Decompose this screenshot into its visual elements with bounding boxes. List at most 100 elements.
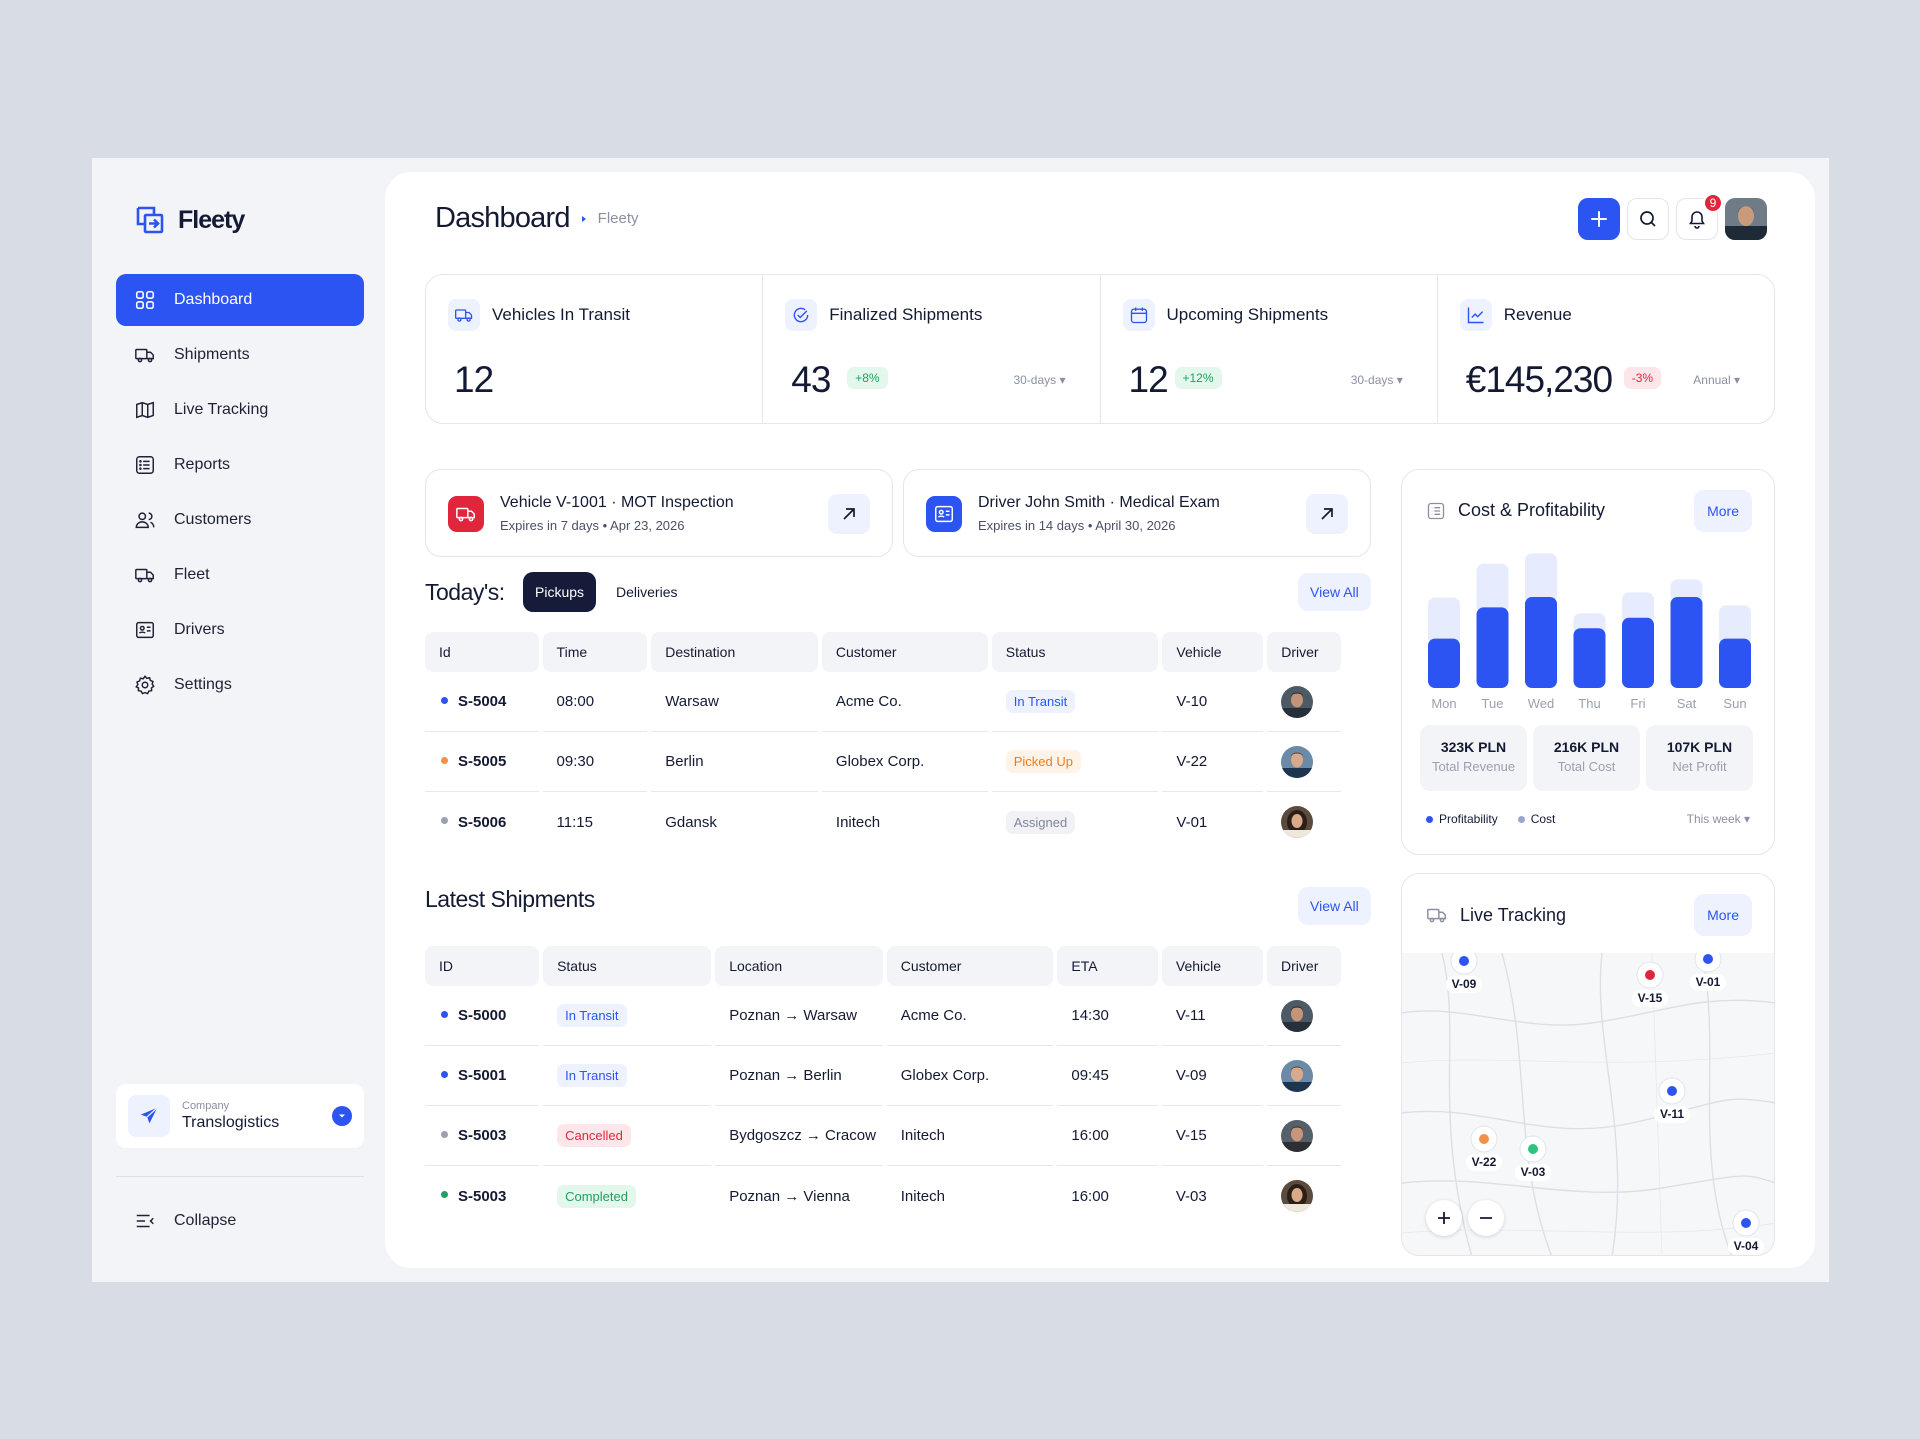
sidebar-item-fleet[interactable]: Fleet	[116, 549, 364, 601]
table-row[interactable]: S-5004 08:00 Warsaw Acme Co. In Transit …	[425, 672, 1341, 732]
sidebar-item-customers[interactable]: Customers	[116, 494, 364, 546]
sidebar-item-reports[interactable]: Reports	[116, 439, 364, 491]
truck-icon	[135, 348, 154, 363]
calendar-icon	[1122, 299, 1155, 331]
chart-legend: Profitability Cost	[1426, 812, 1555, 826]
vehicle-marker-label: V-03	[1521, 1165, 1546, 1179]
column-header: Vehicle	[1162, 632, 1264, 672]
driver-avatar[interactable]	[1281, 745, 1314, 778]
id-card-icon	[136, 621, 154, 639]
stat-value: 12	[454, 359, 494, 400]
sidebar-item-label: Dashboard	[174, 291, 253, 308]
stat-change-badge: +12%	[1174, 367, 1222, 389]
driver-avatar[interactable]	[1281, 1059, 1314, 1092]
bar-profitability	[1573, 628, 1606, 688]
customer-cell: Globex Corp.	[821, 732, 988, 792]
time-cell: 08:00	[542, 672, 648, 732]
bar-profitability	[1428, 638, 1460, 688]
column-header: Id	[425, 632, 539, 672]
eta-cell: 16:00	[1057, 1106, 1158, 1166]
notifications-button[interactable]: 9	[1676, 193, 1723, 240]
open-alert-button[interactable]	[828, 494, 870, 534]
vehicle-cell: V-01	[1176, 813, 1208, 831]
period-select[interactable]: Annual ▾	[1693, 373, 1740, 387]
bar-profitability	[1476, 607, 1509, 688]
user-avatar[interactable]	[1725, 198, 1767, 240]
app-frame: Fleety Dashboard Shipments Live Tracking…	[92, 158, 1829, 1282]
sidebar-item-settings[interactable]: Settings	[116, 659, 364, 711]
eta-cell: 14:30	[1057, 986, 1158, 1046]
status-dot	[441, 1070, 448, 1078]
chevron-right-icon	[581, 215, 586, 222]
driver-avatar[interactable]	[1281, 1119, 1314, 1152]
customer-cell: Initech	[900, 1187, 945, 1205]
add-button[interactable]	[1578, 198, 1620, 240]
tab-deliveries[interactable]: Deliveries	[604, 572, 689, 612]
cost-more-button[interactable]: More	[1694, 490, 1752, 532]
alert-card[interactable]: Driver John Smith · Medical Exam Expires…	[903, 469, 1371, 557]
sidebar-item-drivers[interactable]: Drivers	[116, 604, 364, 656]
sidebar: Fleety Dashboard Shipments Live Tracking…	[92, 158, 382, 1282]
tracking-more-button[interactable]: More	[1694, 894, 1752, 936]
zoom-in-button[interactable]	[1426, 1200, 1462, 1236]
plus-icon	[1438, 1212, 1450, 1224]
location-cell: Poznan → Vienna	[729, 1187, 850, 1205]
vehicle-cell: V-09	[1161, 1046, 1264, 1106]
vehicle-cell: V-22	[1162, 732, 1264, 792]
destination-cell: Gdansk	[665, 813, 717, 831]
alert-card[interactable]: Vehicle V-1001 · MOT Inspection Expires …	[425, 469, 893, 557]
table-row[interactable]: S-5000 In Transit Poznan → Warsaw Acme C…	[425, 986, 1341, 1046]
customer-cell: Initech	[886, 1106, 1054, 1166]
driver-avatar[interactable]	[1281, 806, 1314, 838]
sidebar-item-label: Customers	[174, 511, 252, 528]
column-header: ETA	[1057, 946, 1158, 986]
table-row[interactable]: S-5003 Completed Poznan → Vienna Initech…	[425, 1166, 1341, 1226]
sidebar-item-live-tracking[interactable]: Live Tracking	[116, 384, 364, 436]
column-header: Location	[715, 946, 883, 986]
table-row[interactable]: S-5001 In Transit Poznan → Berlin Globex…	[425, 1046, 1341, 1106]
period-select[interactable]: This week ▾	[1687, 812, 1750, 826]
stat-card: Finalized Shipments 43 +8% 30-days ▾	[763, 275, 1101, 423]
column-header: ID	[425, 946, 540, 986]
driver-avatar[interactable]	[1281, 685, 1314, 718]
breadcrumb[interactable]: Fleety	[598, 210, 639, 227]
bar-profitability	[1670, 597, 1703, 688]
logo[interactable]: Fleety	[134, 204, 245, 236]
stat-value: €145,230	[1465, 359, 1613, 400]
main-content: Dashboard Fleety 9 Vehicles In Transit 1…	[385, 172, 1815, 1268]
period-select[interactable]: 30-days ▾	[1013, 373, 1065, 387]
table-row[interactable]: S-5003 Cancelled Bydgoszcz → Cracow Init…	[425, 1106, 1341, 1166]
driver-avatar[interactable]	[1281, 999, 1314, 1032]
chevron-down-icon[interactable]	[332, 1106, 352, 1126]
truck-icon	[448, 496, 484, 532]
todays-view-all-button[interactable]: View All	[1298, 573, 1371, 611]
page-title: Dashboard	[435, 202, 570, 234]
search-button[interactable]	[1627, 198, 1669, 240]
arrow-up-right-icon	[1321, 508, 1333, 520]
table-row[interactable]: S-5006 11:15 Gdansk Initech Assigned V-0…	[425, 792, 1341, 852]
latest-view-all-button[interactable]: View All	[1298, 887, 1371, 925]
check-circle-icon	[785, 299, 818, 331]
tab-pickups[interactable]: Pickups	[523, 572, 597, 612]
map-icon	[136, 401, 154, 419]
sidebar-item-dashboard[interactable]: Dashboard	[116, 274, 364, 326]
collapse-button[interactable]: Collapse	[134, 1210, 236, 1232]
grid-icon	[135, 290, 155, 310]
todays-title: Today's:	[425, 579, 505, 605]
truck-icon	[1427, 908, 1446, 923]
chart-line-icon	[1459, 299, 1492, 331]
driver-avatar[interactable]	[1281, 1180, 1314, 1212]
send-icon	[128, 1095, 170, 1137]
sidebar-item-shipments[interactable]: Shipments	[116, 329, 364, 381]
status-badge: Cancelled	[557, 1124, 631, 1147]
table-row[interactable]: S-5005 09:30 Berlin Globex Corp. Picked …	[425, 732, 1341, 792]
company-name: Translogistics	[182, 1114, 280, 1131]
period-select[interactable]: 30-days ▾	[1351, 373, 1403, 387]
x-tick-label: Tue	[1482, 696, 1504, 711]
zoom-out-button[interactable]	[1468, 1200, 1504, 1236]
status-dot	[441, 817, 448, 825]
minus-icon	[1480, 1217, 1492, 1219]
customer-cell: Acme Co.	[821, 672, 988, 732]
open-alert-button[interactable]	[1306, 494, 1348, 534]
company-switcher[interactable]: Company Translogistics	[116, 1084, 364, 1148]
